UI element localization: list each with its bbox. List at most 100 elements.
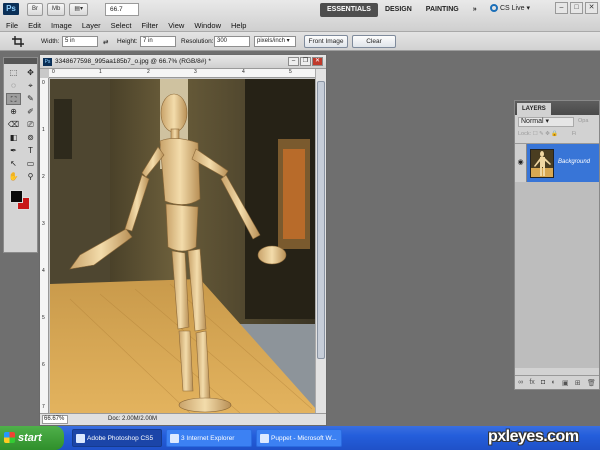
maximize-button[interactable]: □	[570, 2, 583, 14]
mini-bridge-button[interactable]: Mb	[47, 3, 66, 16]
view-extras-button[interactable]: ▤▾	[69, 3, 89, 16]
window-controls: – □ ✕	[555, 2, 598, 14]
document-window: Ps 3348677598_995aa185b7_o.jpg @ 66.7% (…	[39, 54, 327, 426]
color-swatches	[7, 188, 34, 218]
document-close-button[interactable]: ✕	[312, 57, 323, 66]
windows-logo-icon	[4, 432, 15, 443]
workspace-essentials[interactable]: ESSENTIALS	[320, 3, 378, 17]
path-selection-tool-icon[interactable]: ↖	[6, 158, 21, 170]
cs-live-menu[interactable]: CS Live ▾	[490, 4, 530, 13]
document-minimize-button[interactable]: –	[288, 57, 299, 66]
menu-select[interactable]: Select	[111, 21, 132, 30]
workspace-more-button[interactable]: »	[466, 3, 484, 17]
front-image-button[interactable]: Front Image	[304, 35, 348, 48]
image-canvas[interactable]	[50, 79, 316, 413]
layer-style-icon[interactable]: fx	[529, 379, 534, 386]
horizontal-ruler[interactable]: 0 1 2 3 4 5	[49, 69, 315, 78]
start-button[interactable]: start	[0, 426, 64, 450]
menu-edit[interactable]: Edit	[28, 21, 41, 30]
document-size-info[interactable]: Doc: 2.00M/2.00M	[108, 416, 157, 422]
lock-icons[interactable]: ☐ ✎ ✥ 🔒	[533, 131, 559, 137]
menu-image[interactable]: Image	[51, 21, 72, 30]
status-zoom-field[interactable]: 66.67%	[42, 415, 68, 424]
width-label: Width:	[41, 38, 60, 45]
swap-dimensions-icon[interactable]: ⇄	[103, 38, 108, 46]
layers-list: ◉ Background	[515, 143, 599, 368]
eyedropper-tool-icon[interactable]: ✎	[23, 93, 38, 105]
shape-tool-icon[interactable]: ▭	[23, 158, 38, 170]
width-input[interactable]: 5 in	[62, 36, 98, 47]
document-ps-icon: Ps	[43, 58, 52, 66]
app-bar-buttons: Br Mb ▤▾	[27, 3, 89, 16]
layer-thumbnail-image	[531, 150, 553, 177]
crop-tool-icon[interactable]	[12, 36, 24, 47]
zoom-tool-icon[interactable]: ⚲	[23, 171, 38, 183]
taskbar-item-internet-explorer[interactable]: 3 Internet Explorer	[166, 429, 252, 447]
layer-mask-icon[interactable]: ◘	[541, 379, 545, 386]
workspace-painting[interactable]: PAINTING	[419, 3, 466, 17]
height-label: Height:	[117, 38, 138, 45]
close-button[interactable]: ✕	[585, 2, 598, 14]
document-title-bar[interactable]: Ps 3348677598_995aa185b7_o.jpg @ 66.7% (…	[40, 55, 326, 69]
resolution-unit-select[interactable]: pixels/inch ▾	[254, 36, 296, 47]
minimize-button[interactable]: –	[555, 2, 568, 14]
document-status-bar: 66.67% Doc: 2.00M/2.00M	[40, 413, 326, 425]
bridge-button[interactable]: Br	[27, 3, 43, 16]
ruler-tick-label: 5	[289, 69, 292, 75]
layer-row-background[interactable]: ◉ Background	[515, 144, 599, 182]
healing-brush-tool-icon[interactable]: ⊕	[6, 106, 21, 118]
delete-layer-icon[interactable]: 🗑	[587, 379, 596, 387]
workspace-design[interactable]: DESIGN	[378, 3, 419, 17]
ruler-tick-label: 3	[194, 69, 197, 75]
layers-tab[interactable]: LAYERS	[517, 103, 551, 115]
eraser-tool-icon[interactable]: ⌫	[6, 119, 21, 131]
foreground-color-swatch[interactable]	[10, 190, 23, 203]
menu-layer[interactable]: Layer	[82, 21, 101, 30]
menu-window[interactable]: Window	[194, 21, 221, 30]
blend-mode-select[interactable]: Normal ▾	[518, 117, 574, 127]
clear-button[interactable]: Clear	[352, 35, 396, 48]
link-layers-icon[interactable]: ∞	[518, 379, 523, 386]
height-input[interactable]: 7 in	[140, 36, 176, 47]
ruler-tick-label: 2	[42, 174, 45, 180]
site-watermark: pxleyes.com	[488, 428, 579, 445]
type-tool-icon[interactable]: T	[23, 145, 38, 157]
brush-tool-icon[interactable]: ✐	[23, 106, 38, 118]
quick-selection-tool-icon[interactable]: ⌖	[23, 80, 38, 92]
menu-view[interactable]: View	[168, 21, 184, 30]
gradient-tool-icon[interactable]: ◧	[6, 132, 21, 144]
menu-file[interactable]: File	[6, 21, 18, 30]
new-group-icon[interactable]: ▣	[562, 379, 569, 387]
opacity-label: Opa	[578, 118, 589, 124]
menu-help[interactable]: Help	[231, 21, 246, 30]
adjustment-layer-icon[interactable]: ◐	[552, 379, 556, 386]
word-task-icon	[260, 434, 269, 443]
ruler-tick-label: 4	[242, 69, 245, 75]
move-tool-icon[interactable]: ✥	[23, 67, 38, 79]
workspace-switcher: ESSENTIALS DESIGN PAINTING »	[320, 3, 484, 17]
resolution-input[interactable]: 300	[214, 36, 250, 47]
marquee-tool-icon[interactable]: ⬚	[6, 67, 21, 79]
document-restore-button[interactable]: ❐	[300, 57, 311, 66]
lasso-tool-icon[interactable]: ◌	[6, 80, 21, 92]
tool-options-bar: Width: 5 in ⇄ Height: 7 in Resolution: 3…	[0, 32, 600, 51]
vertical-ruler[interactable]: 0 1 2 3 4 5 6 7	[40, 78, 49, 414]
hand-tool-icon[interactable]: ✋	[6, 171, 21, 183]
document-vertical-scrollbar[interactable]	[315, 69, 326, 414]
menu-filter[interactable]: Filter	[142, 21, 159, 30]
new-layer-icon[interactable]: ⊞	[575, 379, 581, 387]
taskbar-item-photoshop[interactable]: Adobe Photoshop CS5	[72, 429, 162, 447]
zoom-level-select[interactable]: 66.7	[105, 3, 139, 16]
dodge-tool-icon[interactable]: ⊚	[23, 132, 38, 144]
layers-panel: LAYERS Normal ▾ Opa Lock: ☐ ✎ ✥ 🔒 Fi ◉ B…	[514, 100, 600, 390]
layer-thumbnail	[530, 149, 554, 178]
document-title: 3348677598_995aa185b7_o.jpg @ 66.7% (RGB…	[55, 58, 211, 65]
ruler-tick-label: 0	[42, 80, 45, 86]
scrollbar-thumb[interactable]	[317, 81, 325, 359]
pen-tool-icon[interactable]: ✒	[6, 145, 21, 157]
clone-stamp-tool-icon[interactable]: ⎚	[23, 119, 38, 131]
layer-visibility-eye-icon[interactable]: ◉	[515, 144, 527, 182]
crop-tool-icon[interactable]: ⛶	[6, 93, 21, 105]
ruler-tick-label: 3	[42, 221, 45, 227]
taskbar-item-word[interactable]: Puppet - Microsoft W...	[256, 429, 342, 447]
